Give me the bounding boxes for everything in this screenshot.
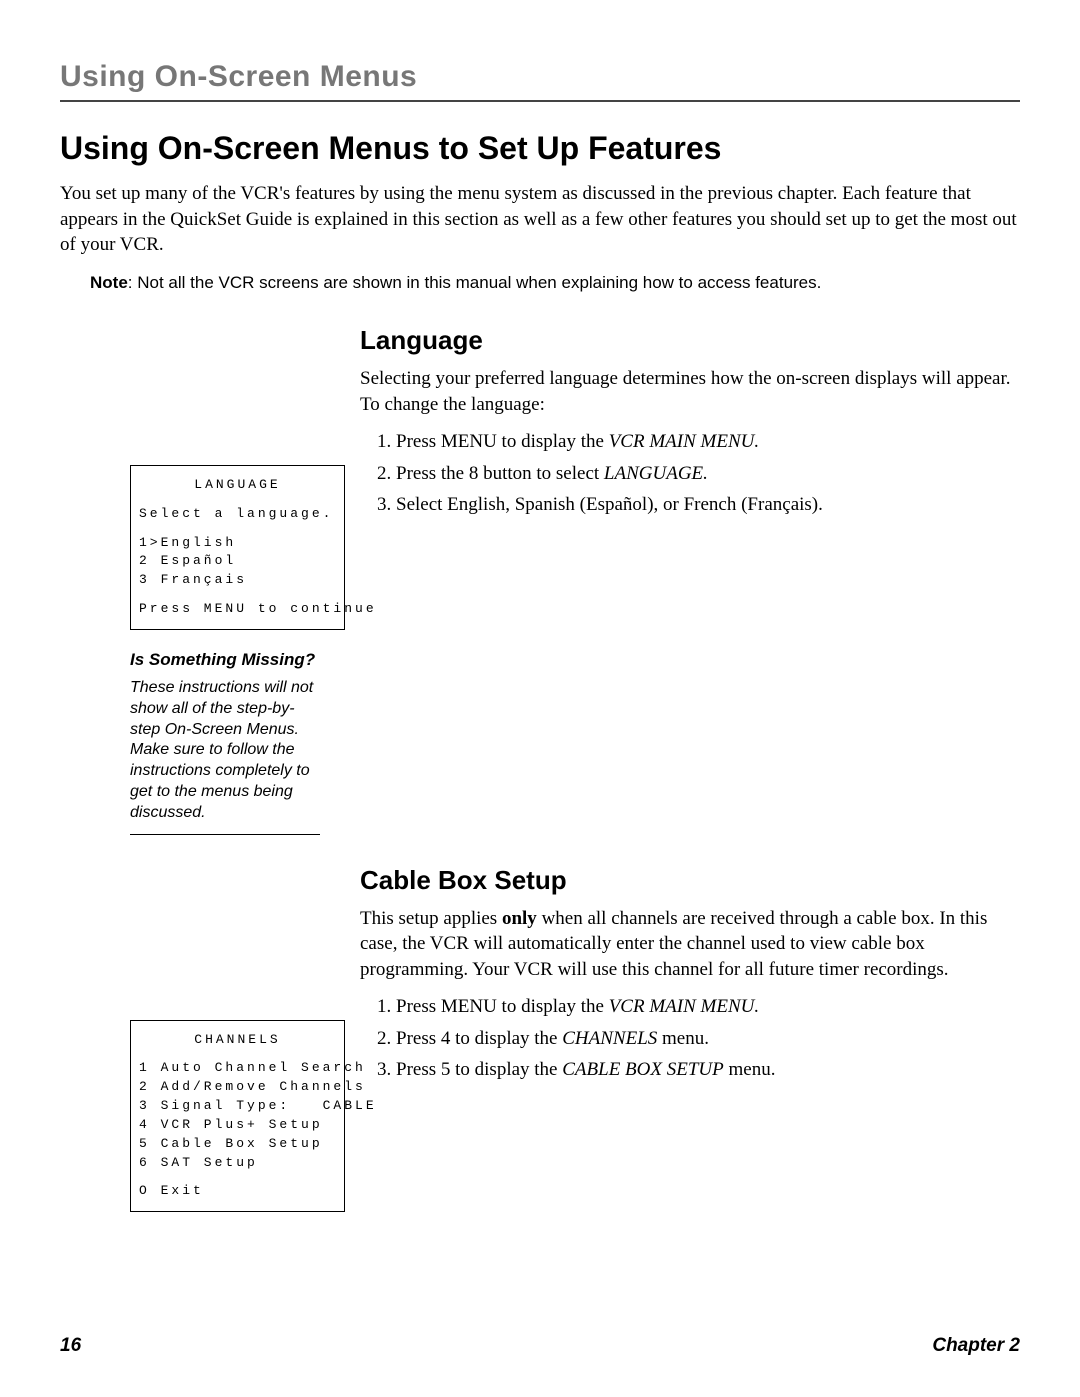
language-steps: Press MENU to display the VCR MAIN MENU.…: [360, 427, 1020, 519]
note-text: : Not all the VCR screens are shown in t…: [128, 273, 822, 292]
cable-section: CHANNELS 1 Auto Channel Search 2 Add/Rem…: [60, 865, 1020, 1231]
language-left-column: LANGUAGE Select a language. 1>English 2 …: [60, 325, 330, 835]
note-block: Note: Not all the VCR screens are shown …: [90, 272, 870, 295]
osd-option-3: 3 Français: [139, 571, 336, 590]
language-right-column: Language Selecting your preferred langua…: [360, 325, 1020, 835]
cable-step-3: Press 5 to display the CABLE BOX SETUP m…: [396, 1055, 1020, 1084]
language-heading: Language: [360, 325, 1020, 356]
page-title: Using On-Screen Menus to Set Up Features: [60, 130, 1020, 167]
osd-option-2: 2 Español: [139, 552, 336, 571]
page-footer: 16 Chapter 2: [60, 1335, 1020, 1357]
osd-prompt: Select a language.: [139, 505, 336, 524]
osd-footer: Press MENU to continue: [139, 600, 336, 619]
language-step-1: Press MENU to display the VCR MAIN MENU.: [396, 427, 1020, 456]
osd-line-5: 5 Cable Box Setup: [139, 1135, 336, 1154]
cable-heading: Cable Box Setup: [360, 865, 1020, 896]
language-paragraph: Selecting your preferred language determ…: [360, 366, 1020, 417]
cable-left-column: CHANNELS 1 Auto Channel Search 2 Add/Rem…: [60, 865, 330, 1231]
language-step-2: Press the 8 button to select LANGUAGE.: [396, 459, 1020, 488]
language-osd-screen: LANGUAGE Select a language. 1>English 2 …: [130, 465, 345, 630]
chapter-label: Chapter 2: [932, 1335, 1020, 1357]
cable-paragraph: This setup applies only when all channel…: [360, 906, 1020, 983]
intro-paragraph: You set up many of the VCR's features by…: [60, 181, 1020, 258]
osd-exit: O Exit: [139, 1182, 336, 1201]
running-header: Using On-Screen Menus: [60, 60, 1020, 102]
sidebar-text: These instructions will not show all of …: [130, 678, 320, 835]
osd-line-4: 4 VCR Plus+ Setup: [139, 1116, 336, 1135]
cable-step-1: Press MENU to display the VCR MAIN MENU.: [396, 992, 1020, 1021]
note-label: Note: [90, 273, 128, 292]
language-step-3: Select English, Spanish (Español), or Fr…: [396, 490, 1020, 519]
osd-title: CHANNELS: [139, 1031, 336, 1050]
osd-line-1: 1 Auto Channel Search: [139, 1059, 336, 1078]
language-section: LANGUAGE Select a language. 1>English 2 …: [60, 325, 1020, 835]
cable-right-column: Cable Box Setup This setup applies only …: [360, 865, 1020, 1231]
page-number: 16: [60, 1335, 81, 1357]
cable-steps: Press MENU to display the VCR MAIN MENU.…: [360, 992, 1020, 1084]
osd-option-1: 1>English: [139, 534, 336, 553]
sidebar-heading: Is Something Missing?: [130, 650, 330, 670]
cable-step-2: Press 4 to display the CHANNELS menu.: [396, 1024, 1020, 1053]
osd-line-6: 6 SAT Setup: [139, 1154, 336, 1173]
osd-line-2: 2 Add/Remove Channels: [139, 1078, 336, 1097]
channels-osd-screen: CHANNELS 1 Auto Channel Search 2 Add/Rem…: [130, 1020, 345, 1213]
osd-title: LANGUAGE: [139, 476, 336, 495]
osd-line-3: 3 Signal Type: CABLE: [139, 1097, 336, 1116]
